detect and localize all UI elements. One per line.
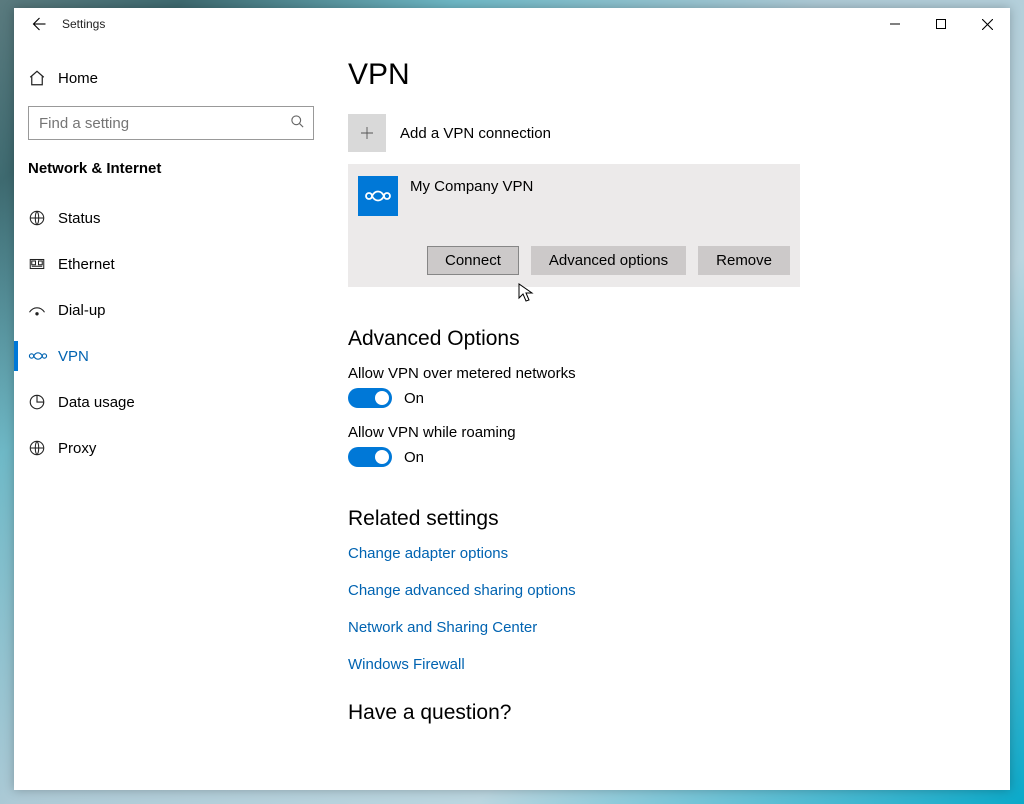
link-adv-sharing[interactable]: Change advanced sharing options [348,582,990,599]
search-icon [290,114,305,132]
ethernet-icon [28,255,58,273]
sidebar-home[interactable]: Home [14,58,328,98]
sidebar-item-dialup[interactable]: Dial-up [14,287,328,333]
toggle-metered[interactable] [348,388,392,408]
plus-icon [348,114,386,152]
add-vpn-label: Add a VPN connection [400,125,551,142]
toggle-roaming-state: On [404,449,424,466]
titlebar: Settings [14,8,1010,40]
advanced-options-button[interactable]: Advanced options [531,246,686,275]
globe-icon [28,209,58,227]
sidebar-item-label: VPN [58,348,89,365]
have-a-question-heading: Have a question? [348,701,990,725]
remove-button[interactable]: Remove [698,246,790,275]
link-network-sharing-center[interactable]: Network and Sharing Center [348,619,990,636]
dialup-icon [28,303,58,317]
related-settings-heading: Related settings [348,507,990,531]
sidebar-category: Network & Internet [14,154,328,195]
advanced-options-heading: Advanced Options [348,327,990,351]
window-title: Settings [62,17,105,31]
datausage-icon [28,393,58,411]
toggle-metered-state: On [404,390,424,407]
add-vpn-connection[interactable]: Add a VPN connection [348,114,990,152]
page-title: VPN [348,58,990,92]
sidebar-item-label: Data usage [58,394,135,411]
home-icon [28,69,58,87]
toggle-roaming[interactable] [348,447,392,467]
sidebar: Home Network & Internet [14,40,328,790]
maximize-button[interactable] [918,8,964,40]
sidebar-item-datausage[interactable]: Data usage [14,379,328,425]
link-windows-firewall[interactable]: Windows Firewall [348,656,990,673]
sidebar-item-vpn[interactable]: VPN [14,333,328,379]
sidebar-item-status[interactable]: Status [14,195,328,241]
settings-window: Settings Home [14,8,1010,790]
related-links: Change adapter options Change advanced s… [348,545,990,673]
sidebar-item-label: Ethernet [58,256,115,273]
option-metered: Allow VPN over metered networks On [348,365,990,408]
sidebar-item-label: Proxy [58,440,96,457]
option-roaming-label: Allow VPN while roaming [348,424,990,441]
back-button[interactable] [14,15,62,33]
sidebar-item-proxy[interactable]: Proxy [14,425,328,471]
vpn-connection-name: My Company VPN [410,176,533,195]
sidebar-item-label: Status [58,210,101,227]
option-roaming: Allow VPN while roaming On [348,424,990,467]
link-change-adapter[interactable]: Change adapter options [348,545,990,562]
proxy-icon [28,439,58,457]
sidebar-nav: Status Ethernet Dial-up [14,195,328,471]
sidebar-home-label: Home [58,70,98,87]
sidebar-item-ethernet[interactable]: Ethernet [14,241,328,287]
search-input[interactable] [37,114,290,133]
close-button[interactable] [964,8,1010,40]
minimize-button[interactable] [872,8,918,40]
main-content: VPN Add a VPN connection My Company VPN … [328,40,1010,790]
connect-button[interactable]: Connect [427,246,519,275]
vpn-connection-icon [358,176,398,216]
vpn-connection-card[interactable]: My Company VPN Connect Advanced options … [348,164,800,287]
option-metered-label: Allow VPN over metered networks [348,365,990,382]
sidebar-item-label: Dial-up [58,302,106,319]
vpn-icon [28,349,58,363]
search-field[interactable] [28,106,314,140]
